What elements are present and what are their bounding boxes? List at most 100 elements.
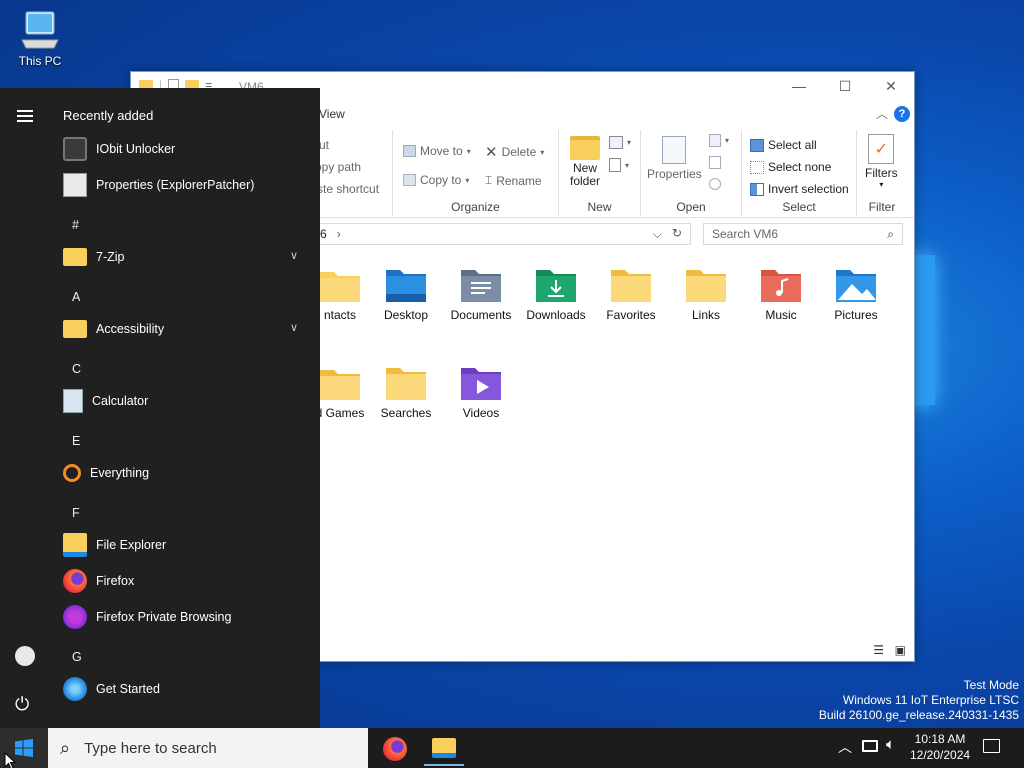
power-icon[interactable]: ⏻ bbox=[15, 694, 29, 715]
watermark-line-1: Test Mode bbox=[963, 678, 1019, 692]
move-to-button[interactable]: Move to ▾ bbox=[403, 144, 471, 158]
copy-path-button[interactable]: opy path bbox=[315, 160, 361, 174]
saved-games-folder-icon bbox=[320, 370, 360, 400]
folder-icon bbox=[63, 320, 87, 338]
edit-button[interactable] bbox=[709, 156, 721, 169]
hamburger-menu-icon[interactable] bbox=[17, 110, 33, 122]
minimize-button[interactable]: — bbox=[776, 72, 822, 100]
downloads-folder-icon bbox=[536, 270, 576, 302]
help-icon[interactable]: ? bbox=[894, 106, 910, 122]
folder-item-links[interactable]: Links bbox=[671, 266, 741, 322]
properties-large-icon bbox=[662, 136, 687, 164]
refresh-icon[interactable]: ↻ bbox=[672, 226, 682, 240]
app-item-everything[interactable]: Everything bbox=[63, 460, 308, 486]
search-placeholder: Search VM6 bbox=[712, 227, 779, 241]
details-view-icon[interactable]: ☰ bbox=[873, 643, 884, 657]
letter-header-e[interactable]: E bbox=[72, 434, 80, 448]
clock-time: 10:18 AM bbox=[914, 732, 966, 746]
user-account-icon[interactable] bbox=[15, 646, 35, 666]
new-group: New folder ▾ ▾ New bbox=[559, 130, 641, 216]
organize-group: Move to ▾ Copy to ▾ ✕ Delete ▾ ⌶ Rename Org… bbox=[393, 130, 559, 216]
new-item-button[interactable]: ▾ bbox=[609, 136, 631, 149]
network-icon[interactable] bbox=[862, 740, 878, 752]
filters-button[interactable]: ✓ Filters ▾ bbox=[865, 134, 898, 189]
close-button[interactable]: ✕ bbox=[868, 72, 914, 100]
favorites-folder-icon bbox=[611, 270, 651, 302]
folder-item-downloads[interactable]: Downloads bbox=[521, 266, 591, 322]
open-icon bbox=[709, 134, 721, 147]
delete-button[interactable]: ✕ Delete ▾ bbox=[485, 143, 544, 161]
paste-shortcut-button[interactable]: ste shortcut bbox=[317, 182, 379, 196]
app-item-firefox-private[interactable]: Firefox Private Browsing bbox=[63, 604, 308, 630]
search-icon: ⌕ bbox=[887, 227, 894, 241]
folder-item-videos[interactable]: Videos bbox=[446, 364, 516, 420]
rename-button[interactable]: ⌶ Rename bbox=[485, 173, 542, 188]
open-group: Properties ▾ Open bbox=[641, 130, 742, 216]
calculator-icon bbox=[63, 389, 83, 413]
links-folder-icon bbox=[686, 270, 726, 302]
taskbar-file-explorer[interactable] bbox=[424, 732, 464, 766]
new-folder-large-icon bbox=[570, 136, 600, 160]
select-group: Select all Select none Invert selection … bbox=[742, 130, 857, 216]
breadcrumb-chevron-icon: › bbox=[336, 227, 341, 241]
get-started-icon bbox=[63, 677, 87, 701]
easy-access-button[interactable]: ▾ bbox=[609, 158, 629, 172]
app-item-properties-explorerpatcher[interactable]: Properties (ExplorerPatcher) bbox=[63, 172, 308, 198]
file-explorer-icon bbox=[432, 738, 456, 758]
tab-view[interactable]: View bbox=[319, 107, 345, 121]
invert-selection-button[interactable]: Invert selection bbox=[750, 182, 849, 196]
folder-item-searches[interactable]: Searches bbox=[371, 364, 441, 420]
taskbar-search-box[interactable]: ⌕ Type here to search bbox=[48, 728, 368, 768]
filters-icon: ✓ bbox=[868, 134, 895, 164]
show-hidden-icons-chevron-icon[interactable]: ︿ bbox=[838, 737, 852, 757]
app-folder-accessibility[interactable]: Accessibility ∨ bbox=[63, 316, 308, 342]
delete-icon: ✕ bbox=[485, 144, 498, 161]
properties-button[interactable]: Properties bbox=[647, 136, 702, 181]
app-item-get-started[interactable]: Get Started bbox=[63, 676, 308, 702]
app-item-firefox[interactable]: Firefox bbox=[63, 568, 308, 594]
desktop-folder-icon bbox=[386, 270, 426, 302]
start-menu[interactable]: ⏻ Recently added IObit Unlocker Properti… bbox=[0, 88, 320, 728]
search-icon: ⌕ bbox=[60, 737, 71, 758]
firefox-icon bbox=[383, 737, 407, 761]
letter-header-g[interactable]: G bbox=[72, 650, 82, 664]
folder-item-music[interactable]: Music bbox=[746, 266, 816, 322]
select-all-icon bbox=[750, 138, 764, 152]
copy-to-button[interactable]: Copy to ▾ bbox=[403, 173, 469, 187]
large-icons-view-icon[interactable]: ▣ bbox=[895, 643, 906, 657]
app-item-iobit-unlocker[interactable]: IObit Unlocker bbox=[63, 136, 308, 162]
new-folder-button[interactable]: New folder bbox=[567, 136, 603, 188]
invert-selection-icon bbox=[750, 182, 764, 196]
letter-header-f[interactable]: F bbox=[72, 506, 80, 520]
taskbar-clock[interactable]: 10:18 AM 12/20/2024 bbox=[910, 731, 970, 763]
search-input[interactable]: Search VM6 ⌕ bbox=[703, 223, 903, 245]
explorerpatcher-icon bbox=[63, 173, 87, 197]
notification-center-icon[interactable] bbox=[983, 739, 1000, 753]
clock-date: 12/20/2024 bbox=[910, 748, 971, 762]
volume-muted-icon[interactable]: 🔈︎ bbox=[886, 736, 895, 753]
history-button[interactable] bbox=[709, 178, 721, 190]
folder-item-favorites[interactable]: Favorites bbox=[596, 266, 666, 322]
letter-header-a[interactable]: A bbox=[72, 290, 80, 304]
this-pc-desktop-icon[interactable]: This PC bbox=[10, 8, 70, 68]
window-controls: — ☐ ✕ bbox=[776, 72, 914, 100]
letter-header-hash[interactable]: # bbox=[72, 218, 79, 232]
letter-header-c[interactable]: C bbox=[72, 362, 81, 376]
folder-item-desktop[interactable]: Desktop bbox=[371, 266, 441, 322]
address-dropdown-icon[interactable]: ⌵ bbox=[653, 227, 662, 242]
app-folder-7zip[interactable]: 7-Zip ∨ bbox=[63, 244, 308, 270]
maximize-button[interactable]: ☐ bbox=[822, 72, 868, 100]
cut-button[interactable]: ut bbox=[319, 138, 329, 152]
app-item-file-explorer[interactable]: File Explorer bbox=[63, 532, 308, 558]
folder-item-documents[interactable]: Documents bbox=[446, 266, 516, 322]
history-icon bbox=[709, 178, 721, 190]
videos-folder-icon bbox=[461, 368, 501, 400]
app-item-calculator[interactable]: Calculator bbox=[63, 388, 308, 414]
select-none-button[interactable]: Select none bbox=[750, 160, 831, 174]
open-button[interactable]: ▾ bbox=[709, 134, 729, 147]
folder-item-pictures[interactable]: Pictures bbox=[821, 266, 891, 322]
address-bar[interactable]: 6 › ⌵ ↻ bbox=[311, 223, 691, 245]
select-all-button[interactable]: Select all bbox=[750, 138, 817, 152]
taskbar-firefox[interactable] bbox=[375, 732, 415, 766]
collapse-ribbon-icon[interactable]: ︿ bbox=[876, 105, 888, 122]
